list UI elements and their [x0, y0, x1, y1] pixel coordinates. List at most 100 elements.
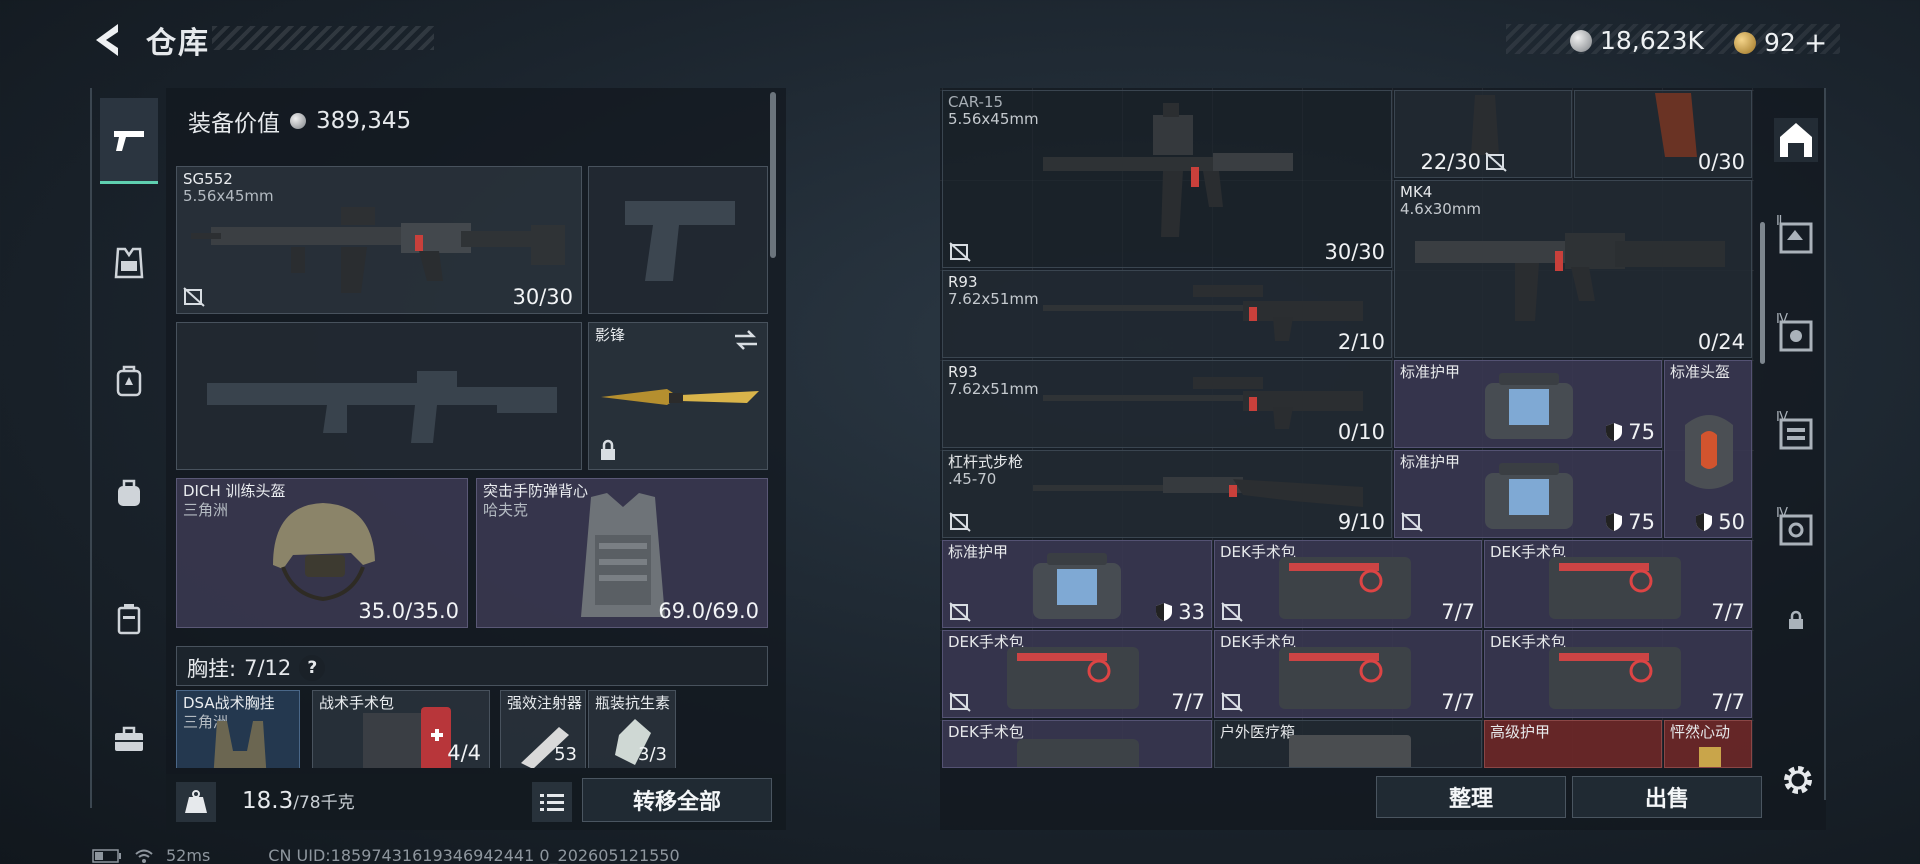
- locked-storage-tab[interactable]: [1774, 598, 1818, 642]
- item-name: R93: [948, 273, 978, 291]
- chest-rig-image: [213, 721, 267, 768]
- pistol-slot[interactable]: [588, 166, 768, 314]
- grid-item[interactable]: 标准头盔 50: [1664, 360, 1752, 538]
- grid-item[interactable]: DEK手术包 7/7: [1484, 630, 1752, 718]
- grid-item[interactable]: DEK手术包: [942, 720, 1212, 768]
- grid-item[interactable]: CAR-15 5.56x45mm 30/30: [942, 90, 1392, 268]
- grid-item[interactable]: DEK手术包 7/7: [1214, 540, 1482, 628]
- rig-item-count: 4/4: [447, 741, 481, 765]
- item-count: 2/10: [1337, 330, 1385, 354]
- wifi-icon: [135, 849, 153, 863]
- grid-item[interactable]: R93 7.62x51mm 2/10: [942, 270, 1392, 358]
- item-name: CAR-15: [948, 93, 1004, 111]
- storage-sidebar: Ⅱ Ⅳ Ⅳ Ⅳ: [1764, 88, 1826, 800]
- tab-storage-4[interactable]: Ⅳ: [1774, 410, 1818, 454]
- grid-item[interactable]: MK4 4.6x30mm 0/24: [1394, 180, 1752, 358]
- gear-icon: [1784, 766, 1812, 794]
- help-button[interactable]: ?: [299, 655, 326, 681]
- no-trade-icon: [949, 602, 971, 622]
- sniper-rifle-image: [1043, 285, 1363, 341]
- item-name: 杠杆式步枪: [948, 453, 1024, 471]
- item-count: 0/30: [1697, 150, 1745, 174]
- case-icon: [117, 604, 141, 635]
- grid-item[interactable]: 标准护甲 75: [1394, 450, 1662, 538]
- organize-button[interactable]: 整理: [1376, 776, 1566, 818]
- rig-item[interactable]: 强效注射器 53: [500, 690, 586, 768]
- list-view-button[interactable]: [532, 782, 572, 822]
- transfer-all-button[interactable]: 转移全部: [582, 778, 772, 822]
- item-count: 7/7: [1441, 690, 1475, 714]
- list-icon: [540, 794, 564, 811]
- battery-icon: [92, 848, 121, 863]
- shield-icon: [1696, 513, 1713, 531]
- rig-item[interactable]: 战术手术包 4/4: [312, 690, 490, 768]
- item-name: 怦然心动: [1670, 723, 1731, 741]
- status-bar: 52ms CN UID:18597431619346942441 0_20260…: [92, 846, 680, 864]
- settings-button[interactable]: [1780, 762, 1816, 798]
- item-name: 标准护甲: [1400, 363, 1461, 381]
- tab-toolbox[interactable]: [100, 696, 158, 782]
- lock-icon: [1789, 610, 1803, 629]
- vest-icon: [114, 247, 144, 279]
- rig-item[interactable]: DSA战术胸挂 三角洲: [176, 690, 300, 768]
- tab-weapons[interactable]: [100, 98, 158, 184]
- rig-item[interactable]: 瓶装抗生素 3/3: [588, 690, 676, 768]
- swap-icon[interactable]: [733, 329, 759, 351]
- armor-value-text: 33: [1178, 600, 1205, 624]
- primary-weapon-slot[interactable]: SG552 5.56x45mm 30/30: [176, 166, 582, 314]
- toolbox-icon: [115, 726, 143, 751]
- armor-value: 75: [1605, 510, 1655, 534]
- tab-vest[interactable]: [100, 220, 158, 306]
- silver-amount: 18,623K: [1600, 26, 1704, 55]
- tab-rig[interactable]: [100, 338, 158, 424]
- medkit-image: [363, 707, 451, 768]
- category-sidebar: [90, 88, 164, 808]
- armor-image: [1033, 553, 1121, 619]
- item-count: 22/30: [1420, 150, 1481, 174]
- grid-item[interactable]: 户外医疗箱: [1214, 720, 1482, 768]
- tab-storage-2[interactable]: Ⅱ: [1774, 214, 1818, 258]
- item-count: 9/10: [1337, 510, 1385, 534]
- sell-button[interactable]: 出售: [1572, 776, 1762, 818]
- tab-case[interactable]: [100, 576, 158, 662]
- grid-item[interactable]: 标准护甲 75: [1394, 360, 1662, 448]
- melee-slot[interactable]: 影锋: [588, 322, 768, 470]
- grid-item[interactable]: 22/30: [1394, 90, 1572, 178]
- helmet-slot[interactable]: DICH 训练头盔 三角洲 35.0/35.0: [176, 478, 468, 628]
- grid-item[interactable]: R93 7.62x51mm 0/10: [942, 360, 1392, 448]
- back-button[interactable]: [88, 20, 128, 60]
- item-count: 7/7: [1441, 600, 1475, 624]
- loadout-scrollbar[interactable]: [770, 92, 776, 258]
- gold-currency[interactable]: 92 +: [1734, 26, 1827, 59]
- shield-icon: [1156, 603, 1173, 621]
- grid-item[interactable]: DEK手术包 7/7: [1214, 630, 1482, 718]
- grid-item[interactable]: 高级护甲: [1484, 720, 1662, 768]
- grid-item[interactable]: 杠杆式步枪 .45-70 9/10: [942, 450, 1392, 538]
- tab-storage-3[interactable]: Ⅳ: [1774, 312, 1818, 356]
- vest-slot[interactable]: 突击手防弹背心 哈夫克 69.0/69.0: [476, 478, 768, 628]
- item-sub: 5.56x45mm: [948, 110, 1039, 128]
- grid-item[interactable]: 0/30: [1574, 90, 1752, 178]
- grid-item[interactable]: 标准护甲 33: [942, 540, 1212, 628]
- armor-image: [1485, 463, 1573, 529]
- shield-icon: [1606, 423, 1623, 441]
- helmet-value-text: 50: [1718, 510, 1745, 534]
- armor-value: 33: [1155, 600, 1205, 624]
- gold-amount: 92: [1764, 28, 1796, 57]
- tab-backpack[interactable]: [100, 450, 158, 536]
- add-currency-button[interactable]: +: [1804, 26, 1827, 59]
- no-trade-icon: [1485, 152, 1507, 172]
- tab-storage-5[interactable]: Ⅳ: [1774, 506, 1818, 550]
- tab-all-storage[interactable]: [1774, 118, 1818, 162]
- knife-image: [601, 389, 759, 405]
- rig-item-name: 瓶装抗生素: [595, 694, 671, 712]
- grid-item[interactable]: DEK手术包 7/7: [1484, 540, 1752, 628]
- sniper-rifle-image: [1043, 377, 1363, 429]
- item-name: 标准护甲: [948, 543, 1009, 561]
- secondary-weapon-slot[interactable]: [176, 322, 582, 470]
- item-count: 7/7: [1711, 690, 1745, 714]
- grid-item[interactable]: DEK手术包 7/7: [942, 630, 1212, 718]
- grid-item[interactable]: 怦然心动: [1664, 720, 1752, 768]
- warehouse-icon: [1780, 123, 1812, 157]
- no-trade-icon: [949, 242, 971, 262]
